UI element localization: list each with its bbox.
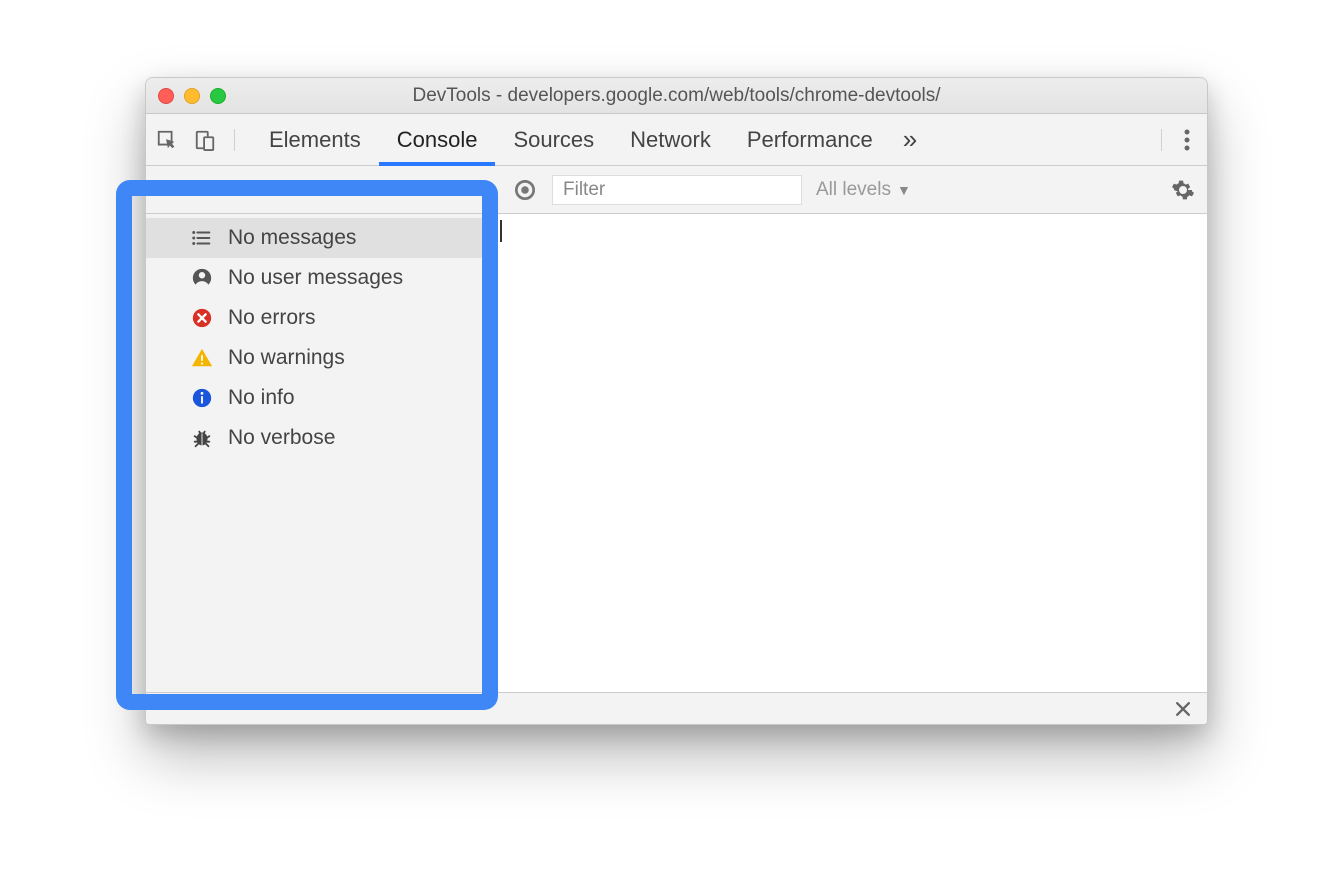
- console-toolbar: ▼ All levels ▼: [146, 166, 1207, 214]
- device-toolbar-icon[interactable]: [194, 129, 216, 151]
- more-tabs-button[interactable]: »: [891, 124, 929, 155]
- sidebar-item-errors[interactable]: No errors: [146, 298, 485, 338]
- inspect-element-icon[interactable]: [156, 129, 178, 151]
- sidebar-item-label: No errors: [228, 306, 316, 330]
- drawer-footer: [146, 692, 1207, 724]
- bug-icon: [190, 426, 214, 450]
- sidebar-item-info[interactable]: No info: [146, 378, 485, 418]
- console-sidebar: No messages No user messages No errors N…: [146, 214, 486, 692]
- console-output[interactable]: [486, 214, 1207, 692]
- titlebar: DevTools - developers.google.com/web/too…: [146, 78, 1207, 114]
- kebab-icon: [1184, 129, 1190, 151]
- log-levels-dropdown[interactable]: All levels ▼: [816, 179, 911, 201]
- kebab-menu-button[interactable]: [1161, 129, 1197, 151]
- sidebar-item-messages[interactable]: No messages: [146, 218, 485, 258]
- list-icon: [190, 226, 214, 250]
- tab-elements[interactable]: Elements: [251, 114, 379, 166]
- sidebar-item-label: No info: [228, 386, 295, 410]
- sidebar-item-label: No warnings: [228, 346, 345, 370]
- tab-console[interactable]: Console: [379, 114, 496, 166]
- info-icon: [190, 386, 214, 410]
- console-settings-button[interactable]: [1171, 178, 1195, 202]
- inspect-controls: [156, 129, 235, 151]
- sidebar-item-label: No messages: [228, 226, 356, 250]
- sidebar-item-warnings[interactable]: No warnings: [146, 338, 485, 378]
- close-drawer-button[interactable]: [1173, 699, 1193, 719]
- user-icon: [190, 266, 214, 290]
- window-controls: [158, 88, 226, 104]
- minimize-window-button[interactable]: [184, 88, 200, 104]
- sidebar-item-label: No user messages: [228, 266, 403, 290]
- chevron-down-icon: ▼: [897, 182, 911, 198]
- sidebar-item-label: No verbose: [228, 426, 335, 450]
- maximize-window-button[interactable]: [210, 88, 226, 104]
- context-dropdown-icon[interactable]: ▼: [474, 182, 488, 198]
- window-title: DevTools - developers.google.com/web/too…: [146, 85, 1207, 107]
- sidebar-item-user-messages[interactable]: No user messages: [146, 258, 485, 298]
- filter-input[interactable]: [552, 175, 802, 205]
- devtools-window: DevTools - developers.google.com/web/too…: [145, 77, 1208, 725]
- tab-performance[interactable]: Performance: [729, 114, 891, 166]
- tab-network[interactable]: Network: [612, 114, 729, 166]
- error-icon: [190, 306, 214, 330]
- tab-sources[interactable]: Sources: [495, 114, 612, 166]
- warning-icon: [190, 346, 214, 370]
- console-content: No messages No user messages No errors N…: [146, 214, 1207, 692]
- levels-label: All levels: [816, 179, 891, 201]
- live-expression-icon[interactable]: [512, 177, 538, 203]
- panel-tabs: Elements Console Sources Network Perform…: [146, 114, 1207, 166]
- sidebar-item-verbose[interactable]: No verbose: [146, 418, 485, 458]
- close-window-button[interactable]: [158, 88, 174, 104]
- text-cursor: [500, 220, 502, 242]
